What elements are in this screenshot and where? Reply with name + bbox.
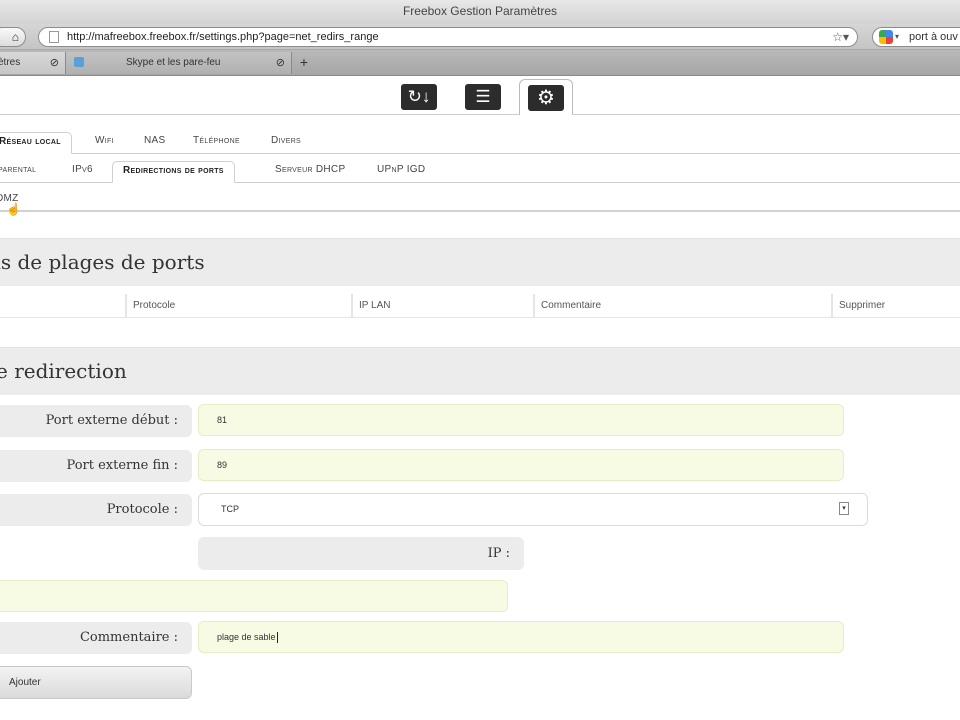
mouse-cursor-icon: ☝ xyxy=(6,202,21,216)
nav-level2: parental IPv6 Redirections de ports Serv… xyxy=(0,157,960,183)
ip-label: IP : xyxy=(198,537,524,570)
protocol-selected-value: TCP xyxy=(221,504,239,514)
form-section-title: e redirection xyxy=(0,359,127,383)
download-icon: ↻↓ xyxy=(401,84,437,110)
browser-tab-skype[interactable]: Skype et les pare-feu ⊘ xyxy=(66,52,292,74)
browser-tab-bar: ètres ⊘ Skype et les pare-feu ⊘ + xyxy=(0,50,960,76)
nav-level1: Réseau local Wifi NAS Téléphone Divers xyxy=(0,128,960,154)
tab-divers[interactable]: Divers xyxy=(271,132,301,154)
port-start-label: Port externe début : xyxy=(0,405,192,437)
tab-redirections[interactable]: Redirections de ports xyxy=(112,161,235,183)
list-icon: ☰ xyxy=(465,84,501,110)
tab-parental[interactable]: parental xyxy=(0,161,36,183)
column-header-ip-lan: IP LAN xyxy=(352,294,534,318)
google-icon xyxy=(879,30,893,44)
bookmark-star-icon[interactable]: ☆▾ xyxy=(832,28,849,46)
tab-wifi[interactable]: Wifi xyxy=(95,132,114,154)
chevron-down-icon: ▾ xyxy=(895,32,900,41)
column-header-commentaire: Commentaire xyxy=(534,294,832,318)
list-section-header: ns de plages de ports xyxy=(0,238,960,286)
select-arrow-icon: ▾ xyxy=(839,502,849,515)
port-end-label: Port externe fin : xyxy=(0,450,192,482)
tab-label: Skype et les pare-feu xyxy=(126,57,221,68)
close-tab-icon[interactable]: ⊘ xyxy=(50,52,59,74)
files-button[interactable]: ☰ xyxy=(463,81,503,113)
list-section-title: ns de plages de ports xyxy=(0,250,205,274)
close-tab-icon[interactable]: ⊘ xyxy=(276,52,285,74)
comment-label: Commentaire : xyxy=(0,622,192,654)
tab-upnp-igd[interactable]: UPnP IGD xyxy=(377,161,425,183)
nav-level3: DMZ ☝ xyxy=(0,186,960,216)
browser-tab-freebox[interactable]: ètres ⊘ xyxy=(0,52,66,74)
new-tab-button[interactable]: + xyxy=(294,54,314,72)
port-end-input[interactable]: 89 xyxy=(198,449,844,481)
url-text: http://mafreebox.freebox.fr/settings.php… xyxy=(67,31,379,43)
port-start-input[interactable]: 81 xyxy=(198,404,844,436)
ip-input[interactable] xyxy=(0,580,508,612)
text-caret xyxy=(276,632,278,644)
protocol-label: Protocole : xyxy=(0,494,192,526)
tab-serveur-dhcp[interactable]: Serveur DHCP xyxy=(275,161,345,183)
form-section-header: e redirection xyxy=(0,347,960,395)
settings-button[interactable]: ⚙ xyxy=(519,79,573,115)
navigation-toolbar: ⌂ http://mafreebox.freebox.fr/settings.p… xyxy=(0,24,960,50)
window-title: Freebox Gestion Paramètres xyxy=(0,0,960,24)
tab-label: ètres xyxy=(0,57,21,68)
protocol-select[interactable]: TCP ▾ xyxy=(198,493,868,526)
downloads-button[interactable]: ↻↓ xyxy=(399,81,439,113)
home-button[interactable]: ⌂ xyxy=(0,27,26,47)
column-header-blank xyxy=(0,294,126,318)
comment-input-value: plage de sable xyxy=(217,632,276,642)
page-icon xyxy=(49,31,59,43)
column-header-protocole: Protocole xyxy=(126,294,352,318)
tab-ipv6[interactable]: IPv6 xyxy=(72,161,93,183)
gear-icon: ⚙ xyxy=(528,84,564,111)
app-icon-bar: ↻↓ ☰ ⚙ xyxy=(0,77,960,115)
tab-nas[interactable]: NAS xyxy=(144,132,165,154)
search-input-text: port à ouv xyxy=(909,31,958,43)
add-button[interactable]: Ajouter xyxy=(0,666,192,699)
column-header-supprimer: Supprimer xyxy=(832,294,960,318)
comment-input[interactable]: plage de sable xyxy=(198,621,844,653)
tab-reseau-local[interactable]: Réseau local xyxy=(0,132,72,154)
tab-telephone[interactable]: Téléphone xyxy=(193,132,240,154)
table-header: Protocole IP LAN Commentaire Supprimer xyxy=(0,293,960,319)
favicon-icon xyxy=(74,57,84,67)
search-bar[interactable]: ▾ port à ouv xyxy=(872,27,960,47)
home-icon: ⌂ xyxy=(11,30,19,44)
address-bar[interactable]: http://mafreebox.freebox.fr/settings.php… xyxy=(38,27,858,47)
